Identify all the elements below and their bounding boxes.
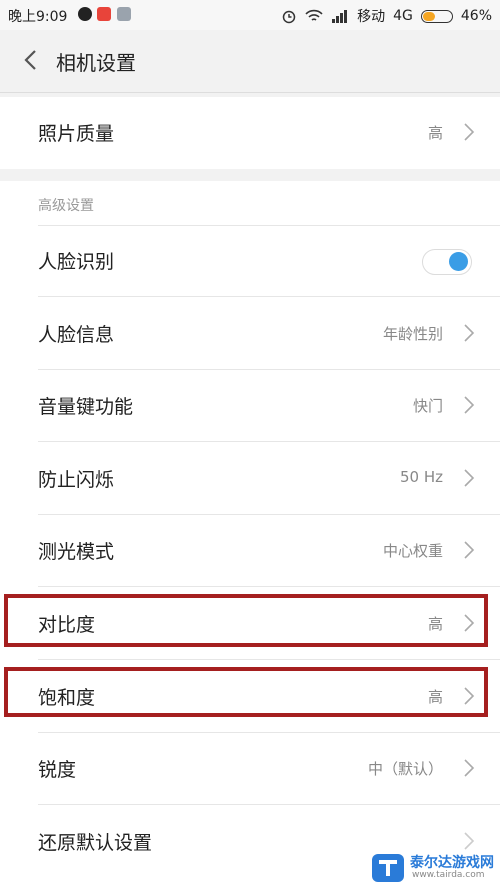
watermark-url: www.tairda.com: [412, 870, 485, 880]
divider: [38, 804, 500, 805]
face-detection-toggle[interactable]: [422, 249, 472, 275]
settings-row-metering[interactable]: 测光模式 中心权重: [0, 515, 500, 587]
battery-fill: [422, 11, 435, 21]
chevron-right-icon: [464, 759, 475, 777]
row-value: 高: [427, 124, 443, 142]
watermark-logo-icon: [372, 854, 404, 882]
app-header: 相机设置: [0, 30, 500, 93]
battery-icon: [420, 9, 453, 23]
settings-row-face-info[interactable]: 人脸信息 年龄性别: [0, 298, 500, 370]
settings-row-sharpness[interactable]: 锐度 中（默认）: [0, 733, 500, 805]
row-label: 饱和度: [38, 687, 96, 709]
chevron-right-icon: [464, 324, 475, 342]
row-value: 中心权重: [382, 542, 443, 560]
row-label: 对比度: [38, 614, 96, 636]
qq-icon: [78, 7, 92, 21]
app-icon: [97, 7, 111, 21]
status-bar: 晚上9:09 移动 4G 46%: [0, 0, 500, 30]
row-value: 中（默认）: [367, 760, 443, 778]
chevron-right-icon: [464, 541, 475, 559]
divider: [38, 586, 500, 587]
status-right: 移动 4G 46%: [281, 6, 492, 26]
row-value: 快门: [412, 397, 443, 415]
row-label: 锐度: [38, 759, 77, 781]
carrier-label: 移动: [357, 9, 386, 25]
settings-row-anti-flicker[interactable]: 防止闪烁 50 Hz: [0, 443, 500, 515]
row-label: 人脸信息: [38, 324, 115, 346]
settings-row-face-detection[interactable]: 人脸识别: [0, 225, 500, 297]
group-header: 高级设置: [38, 198, 94, 214]
settings-row-volume-key[interactable]: 音量键功能 快门: [0, 370, 500, 442]
chevron-right-icon: [464, 396, 475, 414]
divider: [38, 441, 500, 442]
row-label: 测光模式: [38, 541, 115, 563]
row-label: 人脸识别: [38, 251, 115, 273]
signal-icon: [332, 10, 348, 23]
row-label: 照片质量: [38, 123, 115, 145]
settings-row-photo-quality[interactable]: 照片质量 高: [0, 97, 500, 169]
chevron-right-icon: [464, 469, 475, 487]
watermark: 泰尔达游戏网 www.tairda.com: [370, 848, 500, 888]
notification-icon: [117, 7, 131, 21]
alarm-icon: [282, 10, 296, 24]
row-label: 还原默认设置: [38, 832, 153, 854]
toggle-knob: [449, 252, 468, 271]
row-value: 50 Hz: [399, 468, 443, 486]
divider: [38, 296, 500, 297]
chevron-right-icon: [464, 614, 475, 632]
page-title: 相机设置: [56, 51, 136, 75]
row-label: 防止闪烁: [38, 469, 115, 491]
chevron-right-icon: [464, 123, 475, 141]
watermark-text: 泰尔达游戏网: [410, 855, 494, 871]
row-value: 高: [427, 615, 443, 633]
row-value: 高: [427, 688, 443, 706]
battery-percent: 46%: [460, 8, 492, 24]
network-label: 4G: [393, 8, 413, 24]
chevron-right-icon: [464, 687, 475, 705]
settings-row-contrast[interactable]: 对比度 高: [0, 588, 500, 660]
chevron-left-icon[interactable]: [20, 46, 44, 74]
status-time: 晚上9:09: [8, 9, 68, 25]
row-label: 音量键功能: [38, 396, 134, 418]
settings-row-saturation[interactable]: 饱和度 高: [0, 661, 500, 733]
divider: [38, 659, 500, 660]
wifi-icon: [305, 9, 323, 21]
section-advanced: 高级设置 人脸识别 人脸信息 年龄性别 音量键功能 快门 防止闪烁 50 Hz …: [0, 181, 500, 888]
row-value: 年龄性别: [382, 325, 443, 343]
section-basic: 照片质量 高: [0, 97, 500, 169]
